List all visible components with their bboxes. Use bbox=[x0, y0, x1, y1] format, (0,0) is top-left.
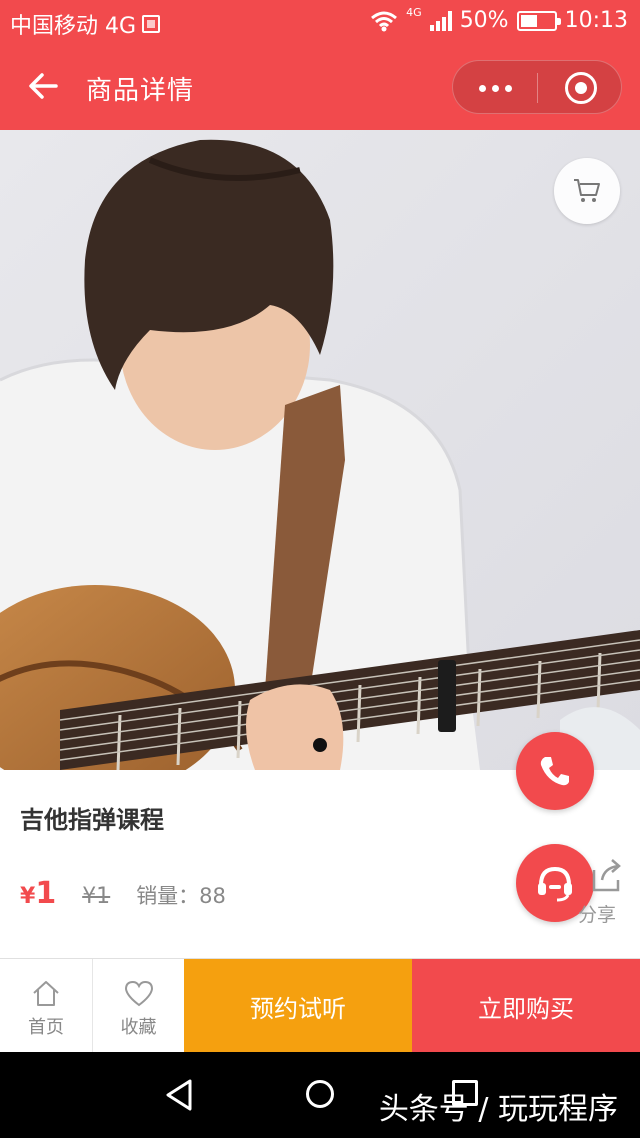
page-title: 商品详情 bbox=[86, 76, 195, 106]
home-tab[interactable]: 首页 bbox=[0, 959, 92, 1053]
price-value: 1 bbox=[35, 876, 57, 911]
customer-service-icon bbox=[538, 866, 572, 902]
bottom-action-bar: 首页 收藏 预约试听 立即购买 bbox=[0, 958, 640, 1053]
share-button[interactable]: 分享 bbox=[578, 856, 638, 926]
home-label: 首页 bbox=[28, 1017, 64, 1038]
product-image-carousel[interactable] bbox=[0, 130, 640, 770]
sales-count: 销量：88 bbox=[136, 884, 226, 908]
heart-icon bbox=[124, 980, 154, 1007]
back-button[interactable] bbox=[24, 66, 64, 106]
battery-icon bbox=[516, 10, 561, 31]
nav-bar: 商品详情 bbox=[0, 42, 640, 130]
phone-icon bbox=[540, 757, 569, 786]
net-type-label: 4G bbox=[406, 6, 422, 19]
close-mini-program-icon[interactable] bbox=[565, 72, 597, 104]
image-notification-icon bbox=[142, 15, 161, 33]
product-photo bbox=[0, 130, 640, 770]
current-price: ¥1 bbox=[20, 876, 56, 911]
favorite-tab[interactable]: 收藏 bbox=[92, 959, 184, 1053]
favorite-label: 收藏 bbox=[120, 1017, 157, 1038]
battery-percent: 50% bbox=[459, 8, 509, 33]
status-bar: 中国移动 4G 4G 50% 10:13 bbox=[0, 0, 640, 42]
cart-icon bbox=[574, 179, 600, 202]
share-label: 分享 bbox=[578, 904, 617, 926]
mini-program-capsule bbox=[452, 60, 622, 114]
carousel-indicator-dot bbox=[313, 738, 327, 752]
price-symbol: ¥ bbox=[20, 884, 36, 909]
more-button[interactable] bbox=[453, 61, 537, 115]
status-right: 4G 50% 10:13 bbox=[370, 6, 628, 33]
original-price: ¥1 bbox=[82, 884, 111, 909]
watermark-text: 头条号 / 玩玩程序 bbox=[378, 1092, 618, 1127]
buy-now-button[interactable]: 立即购买 bbox=[412, 959, 640, 1053]
book-trial-button[interactable]: 预约试听 bbox=[184, 959, 412, 1053]
system-back-icon[interactable] bbox=[164, 1078, 194, 1112]
share-icon bbox=[592, 859, 621, 892]
price-row: ¥1 ¥1 销量：88 bbox=[20, 876, 226, 911]
carrier-text: 中国移动 4G bbox=[10, 14, 137, 39]
wifi-icon bbox=[371, 11, 398, 31]
home-icon bbox=[33, 981, 59, 1006]
signal-icon bbox=[429, 10, 452, 31]
more-dots-icon bbox=[478, 84, 512, 92]
phone-button[interactable] bbox=[516, 732, 594, 810]
cart-button[interactable] bbox=[554, 158, 620, 224]
back-arrow-icon bbox=[29, 73, 58, 99]
product-title: 吉他指弹课程 bbox=[20, 806, 164, 834]
clock: 10:13 bbox=[564, 8, 628, 33]
status-left: 中国移动 4G bbox=[10, 8, 161, 40]
system-home-icon[interactable] bbox=[306, 1080, 334, 1108]
capsule-divider bbox=[537, 73, 538, 103]
system-nav-bar: 头条号 / 玩玩程序 bbox=[0, 1052, 640, 1138]
